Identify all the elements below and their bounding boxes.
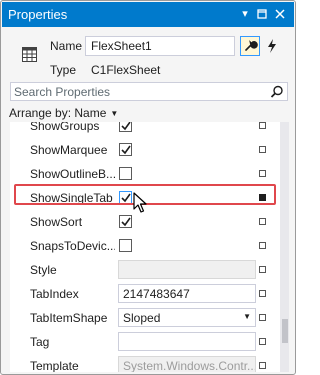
- property-marker[interactable]: [259, 122, 266, 129]
- close-icon[interactable]: [272, 6, 288, 22]
- window-title: Properties: [8, 7, 68, 22]
- property-row-showsingletab[interactable]: ShowSingleTab: [10, 186, 280, 210]
- property-row-tag[interactable]: Tag: [10, 330, 280, 354]
- scrollbar-thumb[interactable]: [282, 319, 288, 343]
- property-name: ShowSingleTab: [30, 191, 113, 205]
- property-name: SnapsToDevic...: [30, 239, 115, 253]
- property-value[interactable]: [118, 260, 256, 279]
- property-value[interactable]: System.Windows.Contr...: [118, 356, 256, 372]
- property-name: Style: [30, 263, 57, 277]
- object-grid-icon: [22, 47, 37, 62]
- property-row-tabindex[interactable]: TabIndex 2147483647: [10, 282, 280, 306]
- search-box[interactable]: Search Properties: [10, 82, 288, 101]
- property-value: Sloped: [123, 311, 161, 325]
- properties-window: Properties ▾ Name FlexSheet1 Type C1Flex…: [0, 0, 296, 375]
- property-marker[interactable]: [259, 218, 266, 225]
- property-name: ShowOutlineB...: [30, 167, 115, 181]
- property-checkbox[interactable]: [119, 191, 132, 204]
- property-row-showoutlinebar[interactable]: ShowOutlineB...: [10, 162, 280, 186]
- property-marker[interactable]: [259, 242, 266, 249]
- property-checkbox[interactable]: [119, 215, 132, 228]
- search-icon[interactable]: [270, 85, 284, 99]
- property-marker[interactable]: [259, 170, 266, 177]
- property-name: ShowSort: [30, 215, 83, 229]
- property-row-tabitemshape[interactable]: TabItemShape Sloped ▼: [10, 306, 280, 330]
- search-placeholder: Search Properties: [14, 85, 111, 99]
- property-marker[interactable]: [259, 194, 266, 201]
- property-marker[interactable]: [259, 314, 266, 321]
- property-marker[interactable]: [259, 266, 266, 273]
- properties-wrench-button[interactable]: [240, 36, 260, 56]
- property-row-style[interactable]: Style: [10, 258, 280, 282]
- property-marker[interactable]: [259, 146, 266, 153]
- events-lightning-button[interactable]: [262, 36, 282, 56]
- chevron-down-icon: ▼: [110, 109, 119, 119]
- property-row-showgroups[interactable]: ShowGroups: [10, 122, 280, 138]
- auto-hide-pin-icon[interactable]: [254, 6, 270, 22]
- property-checkbox[interactable]: [119, 122, 132, 132]
- name-label: Name: [50, 39, 83, 53]
- name-field[interactable]: FlexSheet1: [85, 36, 235, 56]
- property-grid: ShowGroups ShowMarquee ShowOutlineB... S…: [10, 122, 280, 372]
- chevron-down-icon[interactable]: ▼: [243, 312, 251, 321]
- property-row-showmarquee[interactable]: ShowMarquee: [10, 138, 280, 162]
- property-row-showsort[interactable]: ShowSort: [10, 210, 280, 234]
- title-bar[interactable]: Properties ▾: [2, 2, 294, 27]
- type-value: C1FlexSheet: [91, 63, 161, 77]
- property-name: ShowGroups: [30, 122, 100, 133]
- property-row-template[interactable]: Template System.Windows.Contr...: [10, 354, 280, 372]
- dropdown-arrow-icon[interactable]: ▾: [237, 6, 253, 22]
- property-marker[interactable]: [259, 338, 266, 345]
- property-name: Template: [30, 359, 79, 372]
- property-name: TabIndex: [30, 287, 79, 301]
- property-name: ShowMarquee: [30, 143, 108, 157]
- property-checkbox[interactable]: [119, 143, 132, 156]
- property-marker[interactable]: [259, 362, 266, 369]
- property-checkbox[interactable]: [119, 167, 132, 180]
- property-value[interactable]: 2147483647: [118, 284, 256, 303]
- property-dropdown[interactable]: Sloped ▼: [118, 308, 256, 327]
- property-checkbox[interactable]: [119, 239, 132, 252]
- property-marker[interactable]: [259, 290, 266, 297]
- arrange-by-label: Arrange by: Name: [9, 106, 107, 120]
- property-row-snapstodevicepixels[interactable]: SnapsToDevic...: [10, 234, 280, 258]
- property-value[interactable]: [118, 332, 256, 351]
- type-label: Type: [50, 63, 77, 77]
- property-name: Tag: [30, 335, 50, 349]
- property-name: TabItemShape: [30, 311, 108, 325]
- arrange-by-dropdown[interactable]: Arrange by: Name ▼: [9, 106, 118, 120]
